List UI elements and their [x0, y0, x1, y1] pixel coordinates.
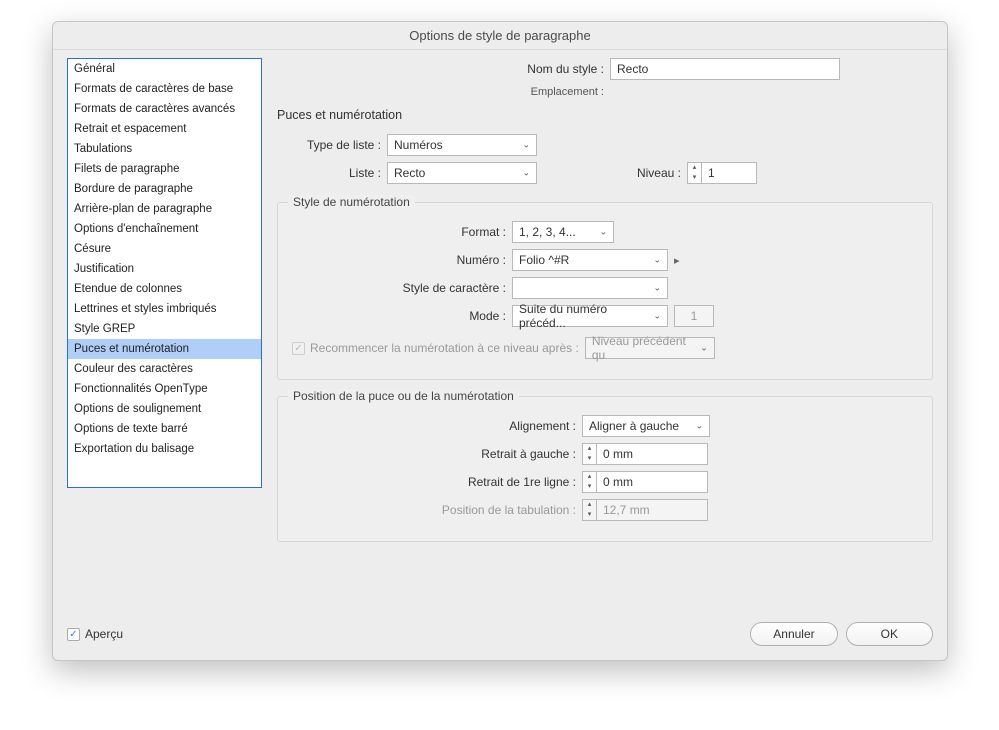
sidebar-item-strikethrough[interactable]: Options de texte barré — [68, 419, 261, 439]
chevron-down-icon: ⌄ — [599, 227, 607, 238]
main-panel: Nom du style : Emplacement : Puces et nu… — [277, 58, 933, 610]
char-style-label: Style de caractère : — [292, 281, 512, 295]
level-input[interactable] — [701, 162, 757, 184]
dialog-title: Options de style de paragraphe — [53, 22, 947, 50]
number-select[interactable]: Folio ^#R ⌄ — [512, 249, 668, 271]
arrow-down-icon: ▾ — [583, 510, 596, 520]
list-type-select[interactable]: Numéros ⌄ — [387, 134, 537, 156]
section-title-bullets-numbering: Puces et numérotation — [277, 108, 933, 122]
ok-button[interactable]: OK — [846, 622, 933, 646]
tab-position-label: Position de la tabulation : — [292, 503, 582, 517]
format-value: 1, 2, 3, 4... — [519, 225, 576, 239]
alignment-label: Alignement : — [292, 419, 582, 433]
arrow-down-icon[interactable]: ▾ — [583, 454, 596, 464]
sidebar-item-dropcaps-nested[interactable]: Lettrines et styles imbriqués — [68, 299, 261, 319]
sidebar-item-span-columns[interactable]: Etendue de colonnes — [68, 279, 261, 299]
mode-label: Mode : — [292, 309, 512, 323]
number-label: Numéro : — [292, 253, 512, 267]
dialog-content: Général Formats de caractères de base Fo… — [67, 58, 933, 610]
dialog-footer: Aperçu Annuler OK — [67, 622, 933, 646]
list-type-value: Numéros — [394, 138, 443, 152]
arrow-down-icon[interactable]: ▾ — [688, 173, 701, 183]
left-indent-input[interactable] — [596, 443, 708, 465]
sidebar-item-keep-options[interactable]: Options d'enchaînement — [68, 219, 261, 239]
sidebar-item-justification[interactable]: Justification — [68, 259, 261, 279]
first-line-indent-label: Retrait de 1re ligne : — [292, 475, 582, 489]
sidebar-item-general[interactable]: Général — [68, 59, 261, 79]
mode-value: Suite du numéro précéd... — [519, 302, 647, 330]
numbering-style-legend: Style de numérotation — [288, 195, 415, 209]
sidebar-item-opentype[interactable]: Fonctionnalités OpenType — [68, 379, 261, 399]
cancel-button[interactable]: Annuler — [750, 622, 837, 646]
preview-checkbox[interactable] — [67, 628, 80, 641]
list-type-label: Type de liste : — [277, 138, 387, 152]
sidebar-item-char-color[interactable]: Couleur des caractères — [68, 359, 261, 379]
sidebar-item-grep-style[interactable]: Style GREP — [68, 319, 261, 339]
sidebar-item-paragraph-rules[interactable]: Filets de paragraphe — [68, 159, 261, 179]
list-select[interactable]: Recto ⌄ — [387, 162, 537, 184]
number-value: Folio ^#R — [519, 253, 569, 267]
chevron-down-icon: ⌄ — [653, 283, 661, 294]
mode-start-input — [674, 305, 714, 327]
alignment-select[interactable]: Aligner à gauche ⌄ — [582, 415, 710, 437]
numbering-style-panel: Style de numérotation Format : 1, 2, 3, … — [277, 202, 933, 380]
flyout-icon[interactable]: ▸ — [674, 254, 680, 267]
style-name-label: Nom du style : — [370, 62, 610, 76]
list-value: Recto — [394, 166, 425, 180]
chevron-down-icon: ⌄ — [700, 343, 708, 354]
left-indent-stepper[interactable]: ▴▾ — [582, 443, 708, 465]
sidebar-item-underline[interactable]: Options de soulignement — [68, 399, 261, 419]
sidebar-item-paragraph-border[interactable]: Bordure de paragraphe — [68, 179, 261, 199]
alignment-value: Aligner à gauche — [589, 419, 679, 433]
mode-select[interactable]: Suite du numéro précéd... ⌄ — [512, 305, 668, 327]
position-legend: Position de la puce ou de la numérotatio… — [288, 389, 519, 403]
format-label: Format : — [292, 225, 512, 239]
preview-label: Aperçu — [85, 627, 123, 641]
chevron-down-icon: ⌄ — [653, 311, 661, 322]
list-label: Liste : — [277, 166, 387, 180]
sidebar-item-bullets-numbering[interactable]: Puces et numérotation — [68, 339, 261, 359]
char-style-select[interactable]: ⌄ — [512, 277, 668, 299]
restart-checkbox — [292, 342, 305, 355]
sidebar-item-tabs[interactable]: Tabulations — [68, 139, 261, 159]
level-stepper[interactable]: ▴▾ — [687, 162, 757, 184]
sidebar-category-list[interactable]: Général Formats de caractères de base Fo… — [67, 58, 262, 488]
arrow-up-icon[interactable]: ▴ — [583, 444, 596, 454]
left-indent-label: Retrait à gauche : — [292, 447, 582, 461]
arrow-up-icon[interactable]: ▴ — [583, 472, 596, 482]
arrow-up-icon: ▴ — [583, 500, 596, 510]
format-select[interactable]: 1, 2, 3, 4... ⌄ — [512, 221, 614, 243]
restart-label: Recommencer la numérotation à ce niveau … — [310, 341, 579, 355]
chevron-down-icon: ⌄ — [695, 421, 703, 432]
restart-level-value: Niveau précédent qu — [592, 334, 694, 362]
first-line-indent-input[interactable] — [596, 471, 708, 493]
arrow-down-icon[interactable]: ▾ — [583, 482, 596, 492]
tab-position-input — [596, 499, 708, 521]
arrow-up-icon[interactable]: ▴ — [688, 163, 701, 173]
sidebar-item-basic-char-formats[interactable]: Formats de caractères de base — [68, 79, 261, 99]
tab-position-stepper: ▴▾ — [582, 499, 708, 521]
chevron-down-icon: ⌄ — [522, 168, 530, 179]
level-label: Niveau : — [557, 166, 687, 180]
chevron-down-icon: ⌄ — [653, 255, 661, 266]
sidebar-item-hyphenation[interactable]: Césure — [68, 239, 261, 259]
chevron-down-icon: ⌄ — [522, 140, 530, 151]
sidebar-item-paragraph-background[interactable]: Arrière-plan de paragraphe — [68, 199, 261, 219]
location-label: Emplacement : — [370, 86, 610, 98]
sidebar-item-tagging[interactable]: Exportation du balisage — [68, 439, 261, 459]
restart-level-select: Niveau précédent qu ⌄ — [585, 337, 715, 359]
first-line-indent-stepper[interactable]: ▴▾ — [582, 471, 708, 493]
style-name-input[interactable] — [610, 58, 840, 80]
sidebar-item-indents-spacing[interactable]: Retrait et espacement — [68, 119, 261, 139]
paragraph-style-options-dialog: Options de style de paragraphe Général F… — [52, 21, 948, 661]
sidebar-item-advanced-char-formats[interactable]: Formats de caractères avancés — [68, 99, 261, 119]
position-panel: Position de la puce ou de la numérotatio… — [277, 396, 933, 542]
